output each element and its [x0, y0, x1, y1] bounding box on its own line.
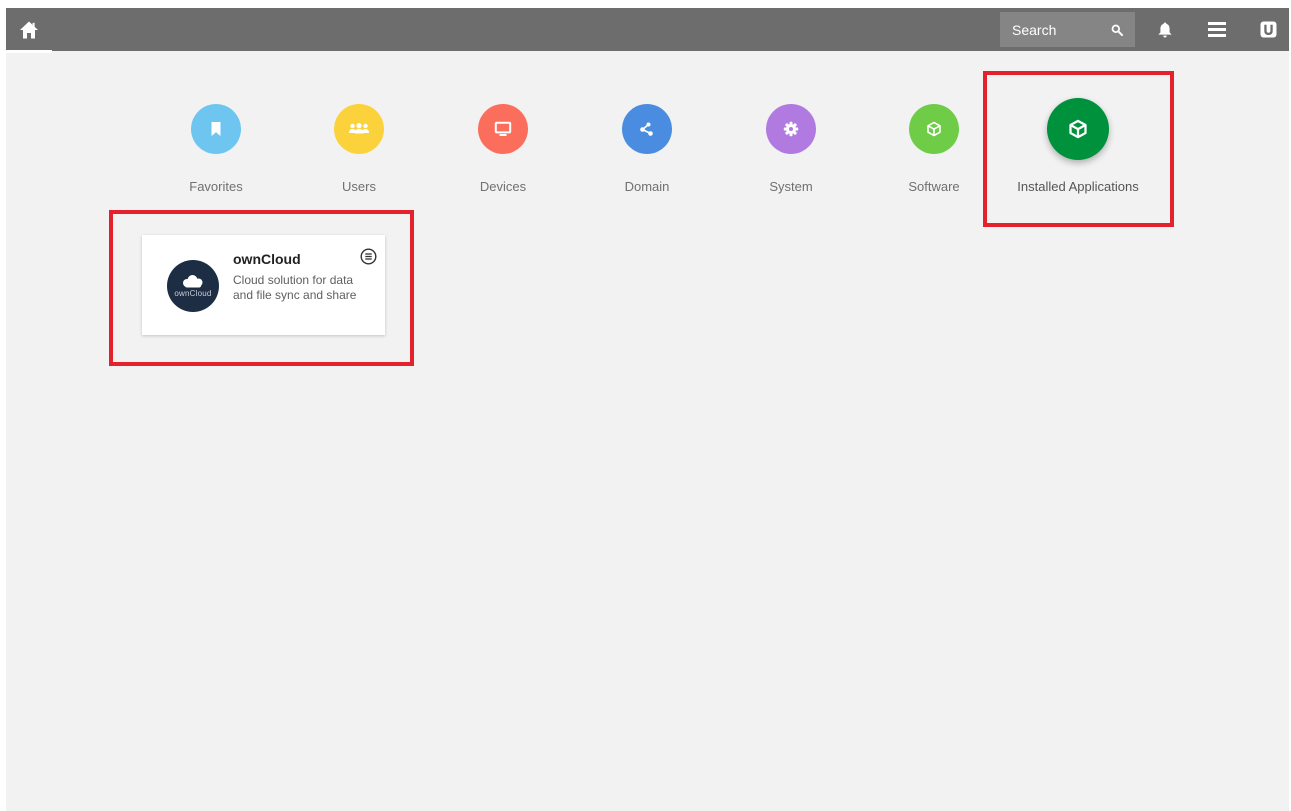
category-software[interactable]: Software — [859, 104, 1009, 194]
menu-circle-icon — [359, 247, 377, 265]
category-label: Software — [908, 179, 960, 194]
univention-logo-button[interactable] — [1252, 8, 1284, 51]
home-tab-indicator — [6, 50, 52, 53]
category-system[interactable]: System — [716, 104, 866, 194]
category-label: Devices — [479, 179, 527, 194]
users-icon — [349, 123, 369, 134]
software-circle — [909, 104, 959, 154]
app-name: ownCloud — [233, 251, 301, 267]
bell-icon — [1158, 22, 1172, 37]
monitor-icon — [494, 121, 512, 136]
domain-circle — [622, 104, 672, 154]
category-label: Domain — [624, 179, 670, 194]
category-devices[interactable]: Devices — [428, 104, 578, 194]
favorites-circle — [191, 104, 241, 154]
box-icon — [1069, 119, 1087, 139]
devices-circle — [478, 104, 528, 154]
app-tile-owncloud[interactable]: ownCloud ownCloud Cloud solution for dat… — [142, 235, 385, 335]
owncloud-logo: ownCloud — [167, 260, 219, 312]
search-input[interactable]: Search — [1000, 12, 1135, 47]
box-icon — [927, 121, 941, 137]
installed-applications-circle — [1047, 98, 1109, 160]
owncloud-logo-text: ownCloud — [174, 289, 212, 298]
category-favorites[interactable]: Favorites — [141, 104, 291, 194]
category-users[interactable]: Users — [284, 104, 434, 194]
category-label: Installed Applications — [1017, 179, 1139, 194]
share-icon — [640, 122, 653, 136]
category-label: Users — [342, 179, 376, 194]
category-installed-applications[interactable]: Installed Applications — [1003, 98, 1153, 194]
users-circle — [334, 104, 384, 154]
search-placeholder: Search — [1012, 21, 1057, 38]
home-icon — [20, 21, 38, 38]
menu-icon — [1208, 22, 1226, 37]
cloud-icon — [183, 275, 203, 288]
category-domain[interactable]: Domain — [572, 104, 722, 194]
univention-logo-icon — [1260, 21, 1276, 38]
app-menu-button[interactable] — [359, 247, 377, 265]
system-circle — [766, 104, 816, 154]
home-button[interactable] — [6, 8, 52, 51]
notifications-button[interactable] — [1149, 8, 1181, 51]
category-label: Favorites — [189, 179, 243, 194]
search-icon[interactable] — [1111, 24, 1123, 36]
app-description: Cloud solution for data and file sync an… — [233, 273, 357, 302]
category-label: System — [769, 179, 813, 194]
gear-icon — [783, 121, 799, 137]
menu-button[interactable] — [1201, 8, 1233, 51]
bookmark-icon — [211, 122, 221, 136]
